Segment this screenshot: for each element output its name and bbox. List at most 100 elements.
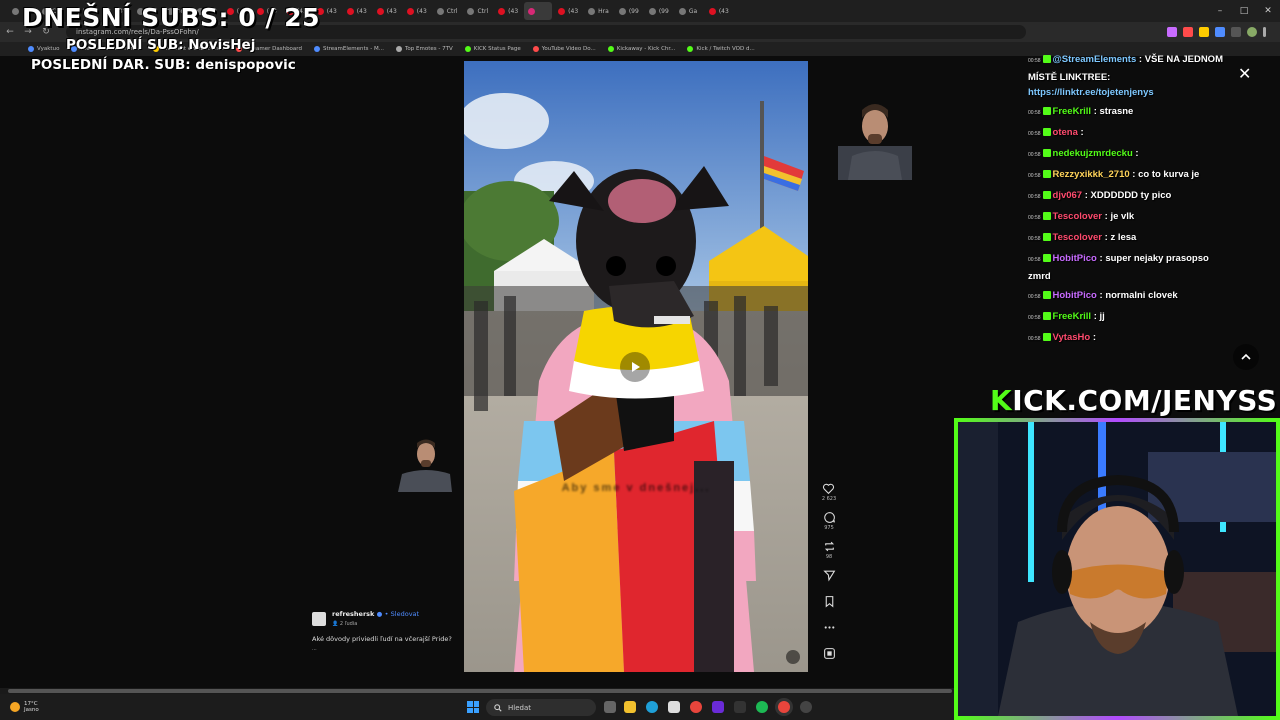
- browser-tab[interactable]: [524, 2, 553, 20]
- close-window-button[interactable]: ✕: [1256, 0, 1280, 22]
- bookmark-item[interactable]: Vyaktuo: [28, 46, 59, 52]
- mute-button[interactable]: [786, 650, 800, 664]
- task-view-icon[interactable]: [604, 701, 616, 713]
- overlay-tab-icon: [12, 7, 19, 15]
- author-avatar[interactable]: [312, 612, 326, 626]
- chat-message: 00:58 Rezzyxikkk_2710 : co to kurva je: [1028, 169, 1200, 180]
- browser-tab[interactable]: (43: [373, 2, 401, 20]
- back-icon[interactable]: ←: [2, 24, 18, 40]
- browser-tab[interactable]: (43: [343, 2, 371, 20]
- chat-username[interactable]: otena: [1053, 127, 1078, 138]
- more-icon: [824, 626, 834, 629]
- search-icon: [494, 703, 502, 712]
- save-button[interactable]: [823, 595, 836, 608]
- menu-icon[interactable]: [1263, 27, 1266, 37]
- chat-text: co to kurva je: [1138, 169, 1200, 180]
- windows-start-icon[interactable]: [467, 701, 479, 713]
- chat-message: 00:58 HobitPico : super nejaky prasopso z…: [1028, 253, 1209, 282]
- sun-icon: [10, 702, 20, 712]
- bookmark-item[interactable]: KICK Status Page: [464, 46, 521, 52]
- play-button[interactable]: [620, 352, 650, 382]
- store-icon[interactable]: [668, 701, 680, 713]
- chat-text: je vlk: [1110, 211, 1135, 222]
- chat-timestamp: 00:58: [1028, 152, 1041, 158]
- browser-tab-label: (99: [628, 7, 639, 15]
- app-icon[interactable]: [712, 701, 724, 713]
- bookmark-item[interactable]: Kick / Twitch VOD d...: [687, 46, 755, 52]
- chrome-icon[interactable]: [778, 701, 790, 713]
- extension-icon[interactable]: [1183, 27, 1193, 37]
- browser-tab[interactable]: (99: [645, 2, 673, 20]
- more-options-button[interactable]: [823, 621, 836, 634]
- kick-badge-icon: [1042, 254, 1051, 262]
- file-explorer-icon[interactable]: [624, 701, 636, 713]
- bookmark-icon: [395, 46, 402, 52]
- chat-username[interactable]: nedekujzmrdecku: [1053, 148, 1133, 159]
- chrome-icon[interactable]: [690, 701, 702, 713]
- chat-username[interactable]: FreeKrill: [1053, 311, 1092, 322]
- chat-username[interactable]: HobitPico: [1053, 290, 1097, 301]
- follow-button[interactable]: Sledovat: [391, 610, 419, 618]
- repost-icon: [824, 541, 834, 552]
- audio-button[interactable]: [823, 647, 836, 660]
- chat-username[interactable]: Tescolover: [1053, 211, 1102, 222]
- bookmark-icon: [28, 46, 34, 52]
- chat-link[interactable]: https://linktr.ee/tojetenjenys: [1028, 87, 1154, 98]
- youtube-icon: [558, 7, 566, 15]
- bookmark-item[interactable]: StreamElements - M...: [313, 46, 384, 52]
- scroll-up-button[interactable]: [1233, 344, 1259, 370]
- youtube-icon: [406, 7, 414, 15]
- collab-count[interactable]: 👤 2 ľudia: [332, 621, 419, 627]
- app-icon[interactable]: [734, 701, 746, 713]
- close-icon[interactable]: ✕: [1238, 66, 1251, 82]
- edge-icon[interactable]: [646, 701, 658, 713]
- browser-tab[interactable]: (43: [403, 2, 431, 20]
- chat-username[interactable]: Tescolover: [1053, 232, 1102, 243]
- chat-username[interactable]: FreeKrill: [1053, 106, 1092, 117]
- browser-tab[interactable]: (43: [554, 2, 582, 20]
- chat-username[interactable]: djv067: [1053, 190, 1083, 201]
- chat-username[interactable]: HobitPico: [1053, 253, 1097, 264]
- share-button[interactable]: [822, 569, 836, 582]
- bookmark-item[interactable]: Top Emotes - 7TV: [395, 46, 453, 52]
- chat-username[interactable]: VytasHo: [1053, 332, 1091, 343]
- repost-button[interactable]: 98: [823, 540, 836, 560]
- tab-icon: [467, 7, 475, 15]
- browser-tab-label: (43: [326, 7, 337, 15]
- browser-tab[interactable]: Hra: [584, 2, 613, 20]
- post-caption: Aké dôvody priviedli ľudí na včerajší Pr…: [312, 635, 452, 643]
- bookmark-label: Kickaway - Kick Chr...: [616, 46, 676, 52]
- like-button[interactable]: 2 623: [822, 482, 836, 502]
- extension-icon[interactable]: [1231, 27, 1241, 37]
- scrollbar-thumb[interactable]: [8, 689, 952, 693]
- browser-tab[interactable]: Ctrl: [463, 2, 492, 20]
- browser-tab[interactable]: Ga: [675, 2, 703, 20]
- extension-icon[interactable]: [1215, 27, 1225, 37]
- extension-icon[interactable]: [1167, 27, 1177, 37]
- chat-message: 00:58 nedekujzmrdecku :: [1028, 148, 1139, 159]
- browser-tab[interactable]: (43: [705, 2, 733, 20]
- maximize-button[interactable]: □: [1232, 0, 1256, 22]
- comment-icon: [823, 512, 835, 523]
- author-username[interactable]: refreshersk: [332, 610, 374, 618]
- browser-tab[interactable]: Ctrl: [433, 2, 462, 20]
- comment-button[interactable]: 975: [823, 511, 836, 531]
- last-gift-sub-overlay: POSLEDNÍ DAR. SUB: denispopovic: [31, 57, 296, 73]
- obs-icon[interactable]: [800, 701, 812, 713]
- chat-text: normalni clovek: [1105, 289, 1178, 301]
- minimize-button[interactable]: –: [1208, 0, 1232, 22]
- chat-username[interactable]: @StreamElements: [1053, 54, 1137, 65]
- browser-tab[interactable]: (99: [615, 2, 643, 20]
- bookmark-item[interactable]: YouTube Video Do...: [532, 46, 596, 52]
- spotify-icon[interactable]: [756, 701, 768, 713]
- taskbar-search[interactable]: Hledat: [486, 699, 596, 716]
- browser-tab-label: Ctrl: [477, 7, 489, 15]
- profile-avatar[interactable]: [1247, 27, 1257, 37]
- play-icon: [632, 362, 640, 372]
- weather-widget[interactable]: 17°C Jasno: [10, 701, 39, 713]
- chat-username[interactable]: Rezzyxikkk_2710: [1053, 169, 1130, 180]
- post-caption-more[interactable]: ...: [312, 646, 462, 652]
- browser-tab[interactable]: (43: [494, 2, 522, 20]
- extension-icon[interactable]: [1199, 27, 1209, 37]
- bookmark-item[interactable]: Kickaway - Kick Chr...: [607, 46, 676, 52]
